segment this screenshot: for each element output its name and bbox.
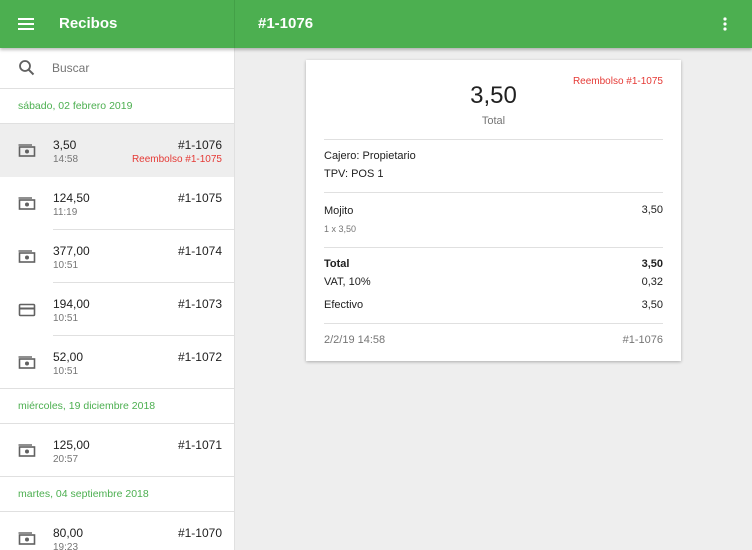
receipt-number: #1-1076: [177, 138, 222, 152]
item-price: 3,50: [641, 204, 663, 216]
app-bar: Recibos #1-1076: [0, 0, 752, 48]
receipt-amount: 377,00: [53, 244, 90, 258]
receipt-time: 11:19: [53, 207, 78, 218]
receipt-number: #1-1070: [177, 526, 222, 540]
receipt-time: 19:23: [53, 542, 79, 550]
refund-label: Reembolso #1-1075: [131, 154, 222, 165]
receipt-row[interactable]: 124,50 11:19 #1-1075: [0, 177, 234, 230]
receipt-total-amount: 3,50: [470, 82, 517, 109]
receipt-amount: 125,00: [53, 438, 90, 452]
card-icon: [18, 303, 36, 317]
receipt-title: #1-1076: [258, 15, 314, 32]
search-icon: [19, 60, 35, 76]
item-quantity: 1 x 3,50: [324, 224, 357, 234]
cashier-label: Cajero: Propietario: [324, 150, 416, 162]
divider: [324, 323, 663, 324]
receipt-row[interactable]: 377,00 10:51 #1-1074: [0, 230, 234, 283]
receipt-number: #1-1071: [177, 438, 222, 452]
receipt-footer-number: #1-1076: [622, 334, 663, 346]
cash-icon: [18, 444, 36, 457]
total-label: Total: [324, 258, 350, 270]
cash-icon: [18, 250, 36, 263]
search-bar: [0, 48, 234, 89]
divider: [324, 192, 663, 193]
divider: [324, 139, 663, 140]
receipt-number: #1-1075: [177, 191, 222, 205]
receipt-list-panel: sábado, 02 febrero 2019 3,50 14:58 #1-10…: [0, 48, 235, 550]
receipt-row[interactable]: 125,00 20:57 #1-1071: [0, 424, 234, 477]
pos-label: TPV: POS 1: [324, 168, 384, 180]
cash-icon: [18, 144, 36, 157]
total-value: 3,50: [641, 258, 663, 270]
vat-value: 0,32: [641, 276, 663, 288]
receipt-number: #1-1074: [177, 244, 222, 258]
receipt-amount: 194,00: [53, 297, 90, 311]
app-title: Recibos: [59, 15, 118, 32]
cash-icon: [18, 356, 36, 369]
item-name: Mojito: [324, 205, 354, 217]
menu-icon[interactable]: [12, 12, 40, 36]
receipt-number: #1-1072: [177, 350, 222, 364]
receipt-amount: 80,00: [53, 526, 84, 540]
receipt-time: 14:58: [53, 154, 79, 165]
row-divider: [0, 388, 234, 389]
appbar-divider: [234, 0, 235, 48]
search-input[interactable]: [52, 61, 212, 75]
cash-icon: [18, 197, 36, 210]
receipt-time: 10:51: [53, 260, 79, 271]
date-header: sábado, 02 febrero 2019: [0, 89, 234, 124]
receipt-datetime: 2/2/19 14:58: [324, 334, 386, 346]
date-header: martes, 04 septiembre 2018: [0, 477, 234, 512]
payment-method: Efectivo: [324, 299, 364, 311]
date-header: miércoles, 19 diciembre 2018: [0, 389, 234, 424]
total-caption: Total: [481, 115, 506, 127]
receipt-number: #1-1073: [177, 297, 222, 311]
row-divider: [0, 476, 234, 477]
receipt-amount: 3,50: [53, 138, 77, 152]
receipt-row[interactable]: 3,50 14:58 #1-1076 Reembolso #1-1075: [0, 124, 234, 177]
more-vert-icon[interactable]: [714, 12, 736, 36]
receipt-time: 10:51: [53, 313, 79, 324]
vat-label: VAT, 10%: [324, 276, 371, 288]
receipt-detail-card: Reembolso #1-1075 3,50 Total Cajero: Pro…: [306, 60, 681, 361]
receipt-row[interactable]: 80,00 19:23 #1-1070: [0, 512, 234, 550]
receipt-amount: 124,50: [53, 191, 90, 205]
receipt-row[interactable]: 52,00 10:51 #1-1072: [0, 336, 234, 389]
cash-icon: [18, 532, 36, 545]
receipt-amount: 52,00: [53, 350, 84, 364]
payment-value: 3,50: [641, 299, 663, 311]
divider: [324, 247, 663, 248]
receipt-time: 20:57: [53, 454, 79, 465]
receipt-row[interactable]: 194,00 10:51 #1-1073: [0, 283, 234, 336]
receipt-time: 10:51: [53, 366, 79, 377]
